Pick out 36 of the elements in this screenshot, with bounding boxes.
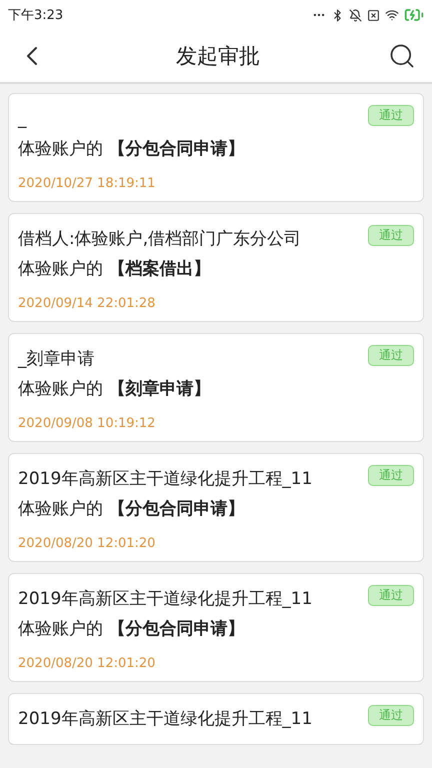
approval-card[interactable]: 借档人:体验账户,借档部门广东分公司 通过 体验账户的 【档案借出】 2020/09/14 22:01:28	[8, 213, 424, 322]
approval-card[interactable]: _ 通过 体验账户的 【分包合同申请】 2020/10/27 18:19:11	[8, 93, 424, 202]
bluetooth-icon	[331, 8, 344, 22]
status-badge: 通过	[368, 345, 414, 366]
bell-off-icon	[349, 8, 362, 22]
approval-time: 2020/08/20 12:01:20	[18, 536, 156, 551]
approval-summary: 体验账户的 【分包合同申请】	[18, 498, 246, 521]
approval-title: _	[18, 108, 26, 131]
approval-card[interactable]: _刻章申请 通过 体验账户的 【刻章申请】 2020/09/08 10:19:12	[8, 333, 424, 442]
approval-title: 2019年高新区主干道绿化提升工程_11	[18, 588, 312, 611]
approval-time: 2020/08/20 12:01:20	[18, 656, 156, 671]
approval-summary: 体验账户的 【刻章申请】	[18, 378, 212, 401]
status-badge: 通过	[368, 465, 414, 486]
approval-card[interactable]: 2019年高新区主干道绿化提升工程_11 通过	[8, 693, 424, 745]
status-badge: 通过	[368, 225, 414, 246]
approval-time: 2020/09/14 22:01:28	[18, 296, 156, 311]
wifi-icon	[385, 8, 399, 22]
approval-title: 2019年高新区主干道绿化提升工程_11	[18, 468, 312, 491]
search-button[interactable]	[388, 42, 416, 70]
approval-title: _刻章申请	[18, 348, 94, 371]
approval-card[interactable]: 2019年高新区主干道绿化提升工程_11 通过 体验账户的 【分包合同申请】 2020/08/20 12:01:20	[8, 453, 424, 562]
approval-time: 2020/10/27 18:19:11	[18, 176, 156, 191]
approval-time: 2020/09/08 10:19:12	[18, 416, 156, 431]
approval-summary: 体验账户的 【分包合同申请】	[18, 618, 246, 641]
approval-summary: 体验账户的 【分包合同申请】	[18, 138, 246, 161]
page-title: 发起审批	[176, 43, 260, 70]
x-box-icon	[367, 8, 380, 22]
approval-title: 借档人:体验账户,借档部门广东分公司	[18, 228, 302, 251]
approval-summary: 体验账户的 【档案借出】	[18, 258, 212, 281]
status-badge: 通过	[368, 105, 414, 126]
approval-card[interactable]: 2019年高新区主干道绿化提升工程_11 通过 体验账户的 【分包合同申请】 2020/08/20 12:01:20	[8, 573, 424, 682]
status-badge: 通过	[368, 705, 414, 726]
search-icon	[388, 42, 416, 70]
status-time: 下午3:23	[8, 7, 64, 24]
status-badge: 通过	[368, 585, 414, 606]
approval-title: 2019年高新区主干道绿化提升工程_11	[18, 708, 312, 731]
